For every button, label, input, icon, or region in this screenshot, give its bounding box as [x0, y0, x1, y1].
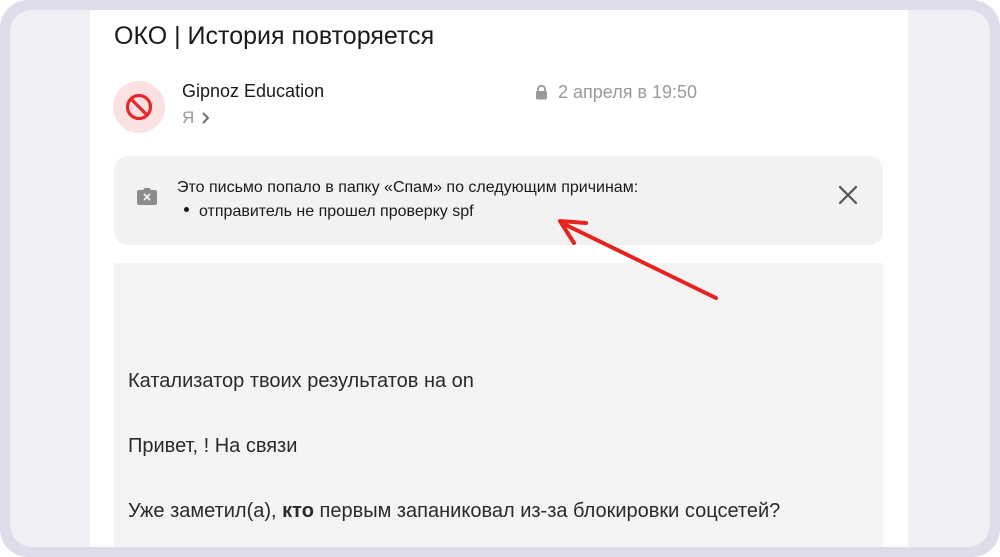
sender-avatar[interactable]: [113, 81, 165, 133]
spam-reason-item: отправитель не прошел проверку spf: [184, 203, 474, 221]
email-view: ОКО | История повторяется Gipnoz Educati…: [90, 10, 908, 547]
sender-name[interactable]: Gipnoz Education: [182, 81, 324, 102]
body-paragraph: Уже заметил(а), кто первым запаниковал и…: [128, 500, 780, 523]
body-text-end: первым запаниковал из-за блокировки соцс…: [313, 500, 781, 522]
chevron-right-icon: [202, 112, 210, 124]
spam-reason-text: отправитель не прошел проверку spf: [199, 203, 474, 220]
email-subject: ОКО | История повторяется: [114, 22, 435, 50]
screenshot-frame: ОКО | История повторяется Gipnoz Educati…: [0, 0, 1000, 557]
recipient-label: Я: [182, 108, 195, 127]
lock-icon: [536, 85, 547, 100]
recipient-toggle[interactable]: Я: [182, 108, 210, 128]
body-greeting: Привет, ! На связи: [128, 435, 298, 457]
window-background: ОКО | История повторяется Gipnoz Educati…: [10, 10, 990, 547]
email-date-group: 2 апреля в 19:50: [535, 82, 697, 103]
body-heading: Катализатор твоих результатов на on: [128, 370, 474, 392]
close-icon[interactable]: [836, 183, 860, 207]
list-bullet: [184, 207, 189, 213]
body-text-bold: кто: [282, 500, 314, 522]
spam-warning-message: Это письмо попало в папку «Спам» по след…: [177, 179, 639, 196]
email-date: 2 апреля в 19:50: [558, 82, 698, 102]
spam-camera-icon: [137, 188, 157, 205]
spam-warning-banner: Это письмо попало в папку «Спам» по след…: [114, 156, 883, 245]
body-text-start: Уже заметил(а),: [128, 500, 283, 522]
email-body: Катализатор твоих результатов на on Прив…: [114, 263, 883, 547]
blocked-sender-icon: [125, 93, 153, 121]
